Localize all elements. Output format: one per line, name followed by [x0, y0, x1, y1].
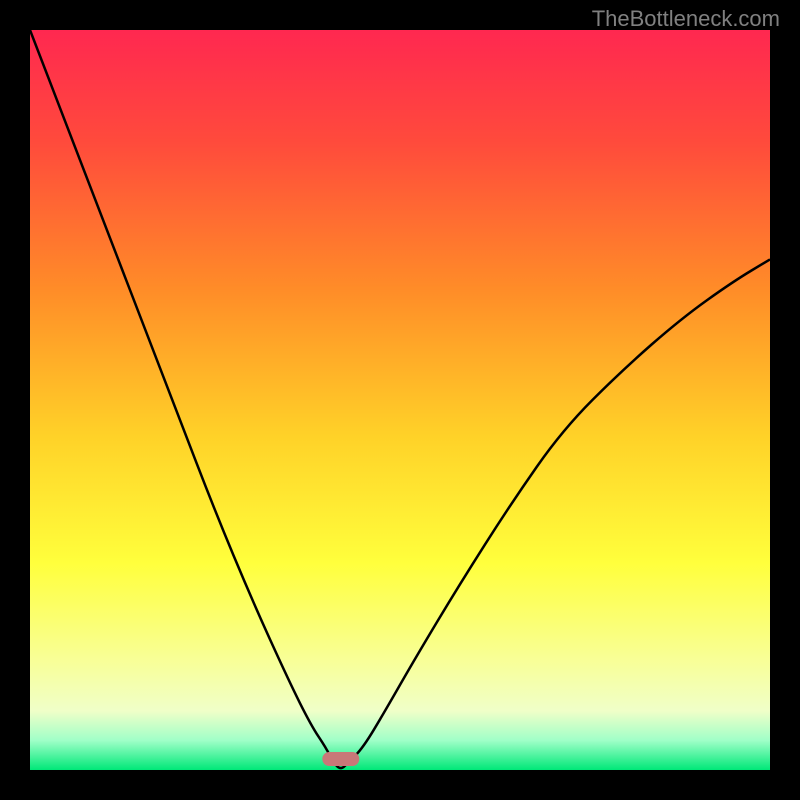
bottleneck-chart	[30, 30, 770, 770]
chart-background	[30, 30, 770, 770]
minimum-marker	[322, 752, 359, 766]
watermark-text: TheBottleneck.com	[592, 6, 780, 32]
chart-svg	[30, 30, 770, 770]
